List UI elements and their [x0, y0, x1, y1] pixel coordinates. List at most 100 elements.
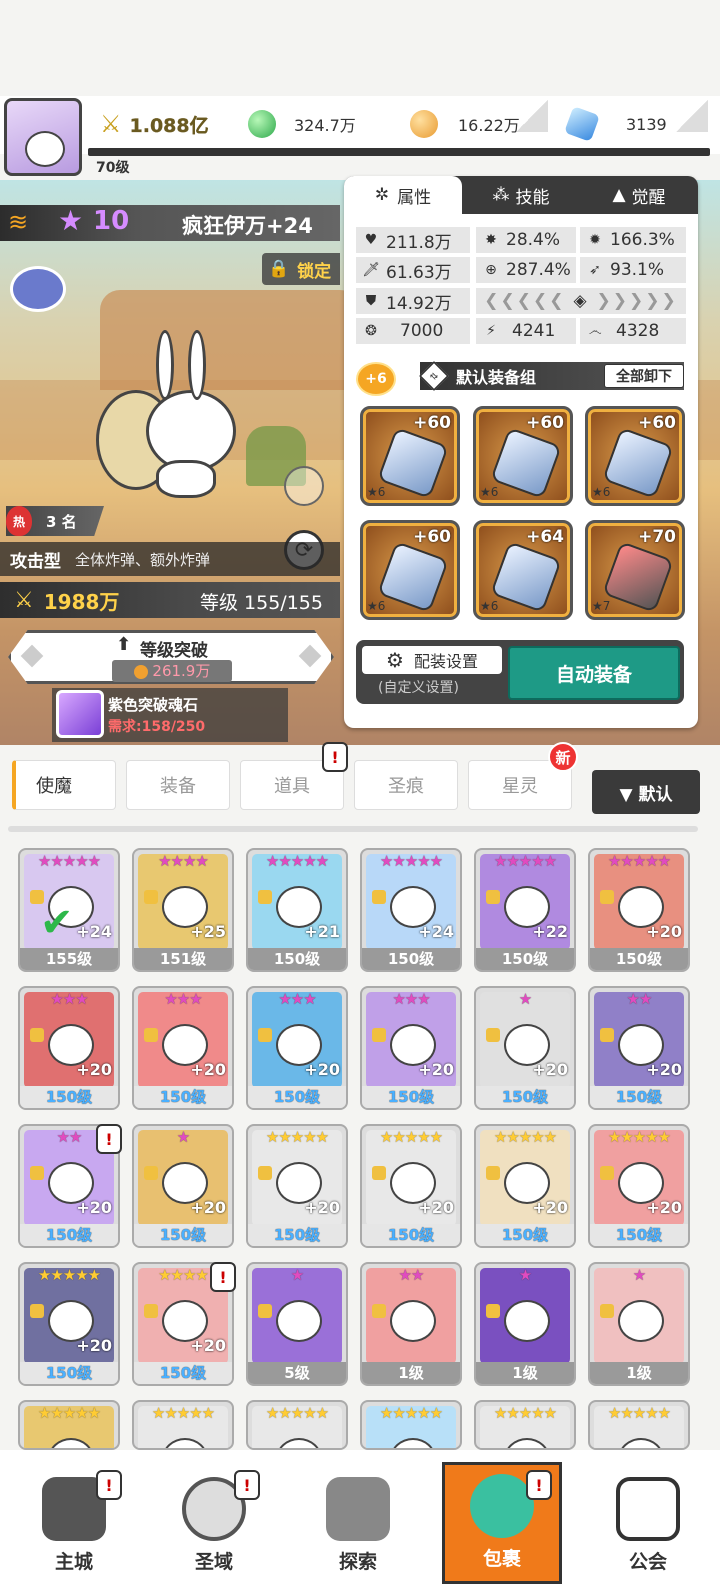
lock-icon [600, 1028, 614, 1042]
familiar-card[interactable]: ★★★★★ +20 150级 [474, 1124, 576, 1248]
equipment-slot[interactable]: +64 ★6 [473, 520, 573, 620]
familiar-card[interactable]: ★★★★★ [18, 1400, 120, 1450]
familiar-card[interactable]: ★★★★★ +21 150级 [246, 848, 348, 972]
familiar-card[interactable]: ★★★★★ [474, 1400, 576, 1450]
familiar-card[interactable]: ★ 5级 [246, 1262, 348, 1386]
familiar-card[interactable]: ★★★★★ [246, 1400, 348, 1450]
familiar-card[interactable]: ★★ +20 150级 [588, 986, 690, 1110]
purple-soulstone-icon[interactable] [56, 690, 104, 738]
new-badge: 新 [548, 742, 578, 772]
sword-item-icon [377, 427, 449, 499]
equipment-slot[interactable]: +60 ★6 [360, 520, 460, 620]
equipment-slot[interactable]: +60 ★6 [473, 406, 573, 506]
lock-icon [600, 1304, 614, 1318]
familiar-plus: +20 [76, 1060, 112, 1079]
wizard-hat-icon[interactable] [10, 266, 66, 312]
familiar-card[interactable]: ★ +20 150级 [474, 986, 576, 1110]
star-icon: ★ [58, 204, 84, 237]
familiar-card[interactable]: ★★★★★ +22 150级 [474, 848, 576, 972]
tab-awaken[interactable]: ▲ 觉醒 [580, 176, 698, 214]
config-sub: (自定义设置) [378, 680, 459, 696]
familiar-level: 150级 [20, 1224, 118, 1246]
tab-attributes[interactable]: ✲ 属性 [344, 176, 462, 214]
familiar-stars: ★★★★★ [151, 1404, 215, 1422]
familiar-card[interactable]: ★★★★★ +20 150级 [18, 1262, 120, 1386]
tab-skills[interactable]: ⁂ 技能 [462, 176, 580, 214]
equipment-slot[interactable]: +70 ★7 [585, 520, 685, 620]
familiar-card[interactable]: ★★★★★ +20 150级 [246, 1124, 348, 1248]
alert-badge: ! [96, 1470, 122, 1500]
soulstone-name: 紫色突破魂石 [108, 696, 199, 714]
familiar-stars: ★★★★★ [265, 1404, 329, 1422]
familiar-plus: +20 [646, 922, 682, 941]
familiar-face [276, 1300, 322, 1342]
scroll-divider [8, 826, 698, 832]
familiar-stars: ★★★★★ [607, 1128, 671, 1146]
config-button[interactable]: ⚙ 配装设置 [362, 646, 502, 674]
tab-stigmata[interactable]: 圣痕 [354, 760, 458, 810]
familiar-card[interactable]: ★ 1级 [474, 1262, 576, 1386]
familiar-card[interactable]: ★★★ +20 150级 [360, 986, 462, 1110]
gold-currency-value: 16.22万 [458, 116, 520, 135]
fire-icon: 热 [6, 506, 32, 536]
stat-value: 4328 [616, 321, 660, 341]
heart-icon: ♥ [364, 232, 378, 248]
familiar-stars: ★★★★★ [607, 1404, 671, 1422]
stat-evasion: ➶ 93.1% [580, 257, 686, 283]
familiar-level: 150级 [20, 1086, 118, 1108]
familiar-card[interactable]: ★ 1级 [588, 1262, 690, 1386]
lock-label: 锁定 [297, 261, 332, 282]
hero-type: 攻击型 [10, 551, 61, 572]
familiar-card[interactable]: ★★★★★ [588, 1400, 690, 1450]
lock-button[interactable]: 🔒 锁定 [262, 253, 340, 285]
gold-add-button[interactable] [516, 100, 548, 132]
tab-familiar[interactable]: 使魔 [12, 760, 116, 810]
stat-atk: 🗡 61.63万 [356, 257, 470, 283]
familiar-stars: ★★ [398, 1266, 425, 1284]
familiar-level: 150级 [590, 1224, 688, 1246]
familiar-level: 151级 [134, 948, 232, 970]
tab-equipment[interactable]: 装备 [126, 760, 230, 810]
familiar-stars: ★★★★★ [379, 852, 443, 870]
sort-button[interactable]: ▼ 默认 [592, 770, 700, 814]
equipment-slot[interactable]: +60 ★6 [360, 406, 460, 506]
familiar-card[interactable]: ★ +20 150级 [132, 1124, 234, 1248]
familiar-card[interactable]: ★★★★ +25 151级 [132, 848, 234, 972]
breakthrough-title: 等级突破 [140, 641, 208, 661]
familiar-card[interactable]: ★★★★★ +20 150级 [360, 1124, 462, 1248]
tab-label: 星灵 [502, 776, 538, 797]
lock-icon [372, 1304, 386, 1318]
player-avatar[interactable] [4, 98, 82, 176]
nav-guild[interactable]: 公会 [588, 1462, 708, 1584]
familiar-card[interactable]: ★★★★★ +24 150级 [360, 848, 462, 972]
familiar-card[interactable]: ★★★★★ [132, 1400, 234, 1450]
familiar-card[interactable]: ★★★ +20 150级 [18, 986, 120, 1110]
familiar-plus: +20 [532, 1060, 568, 1079]
sword-icon: ⚔ [14, 587, 34, 613]
familiar-card[interactable]: ★★ 1级 [360, 1262, 462, 1386]
familiar-card[interactable]: ★★★★★ +20 150级 [588, 848, 690, 972]
familiar-card[interactable]: ★★★ +20 150级 [246, 986, 348, 1110]
gem-currency: 3139 [564, 104, 667, 144]
familiar-stars: ★★★ [278, 990, 316, 1008]
familiar-card[interactable]: ★★★ +20 150级 [132, 986, 234, 1110]
familiar-card[interactable]: ★★★★★ +20 150级 [588, 1124, 690, 1248]
equipment-slot[interactable]: +60 ★6 [585, 406, 685, 506]
familiar-stars: ★★★★★ [37, 1266, 101, 1284]
familiar-stars: ★★★★★ [37, 1404, 101, 1422]
exp-bar [88, 148, 710, 156]
up-arrow-icon: ⬆ [116, 634, 132, 655]
alert-badge: ! [96, 1124, 122, 1154]
motion-icon[interactable] [284, 466, 324, 506]
unequip-all-button[interactable]: 全部卸下 [604, 364, 684, 388]
familiar-card[interactable]: ★★★★★ [360, 1400, 462, 1450]
stat-hidden-row[interactable]: ❮❮❮❮❮ ◈ ❯❯❯❯❯ [476, 288, 686, 314]
nav-explore[interactable]: 探索 [298, 1462, 418, 1584]
lock-icon [486, 890, 500, 904]
gem-add-button[interactable] [676, 100, 708, 132]
stat-value: 14.92万 [386, 293, 452, 314]
warning-icon: ◈ [573, 291, 589, 311]
auto-equip-button[interactable]: 自动装备 [508, 646, 680, 700]
tab-label: 道具 [274, 776, 310, 797]
stat-s1: ❂ 7000 [356, 318, 470, 344]
